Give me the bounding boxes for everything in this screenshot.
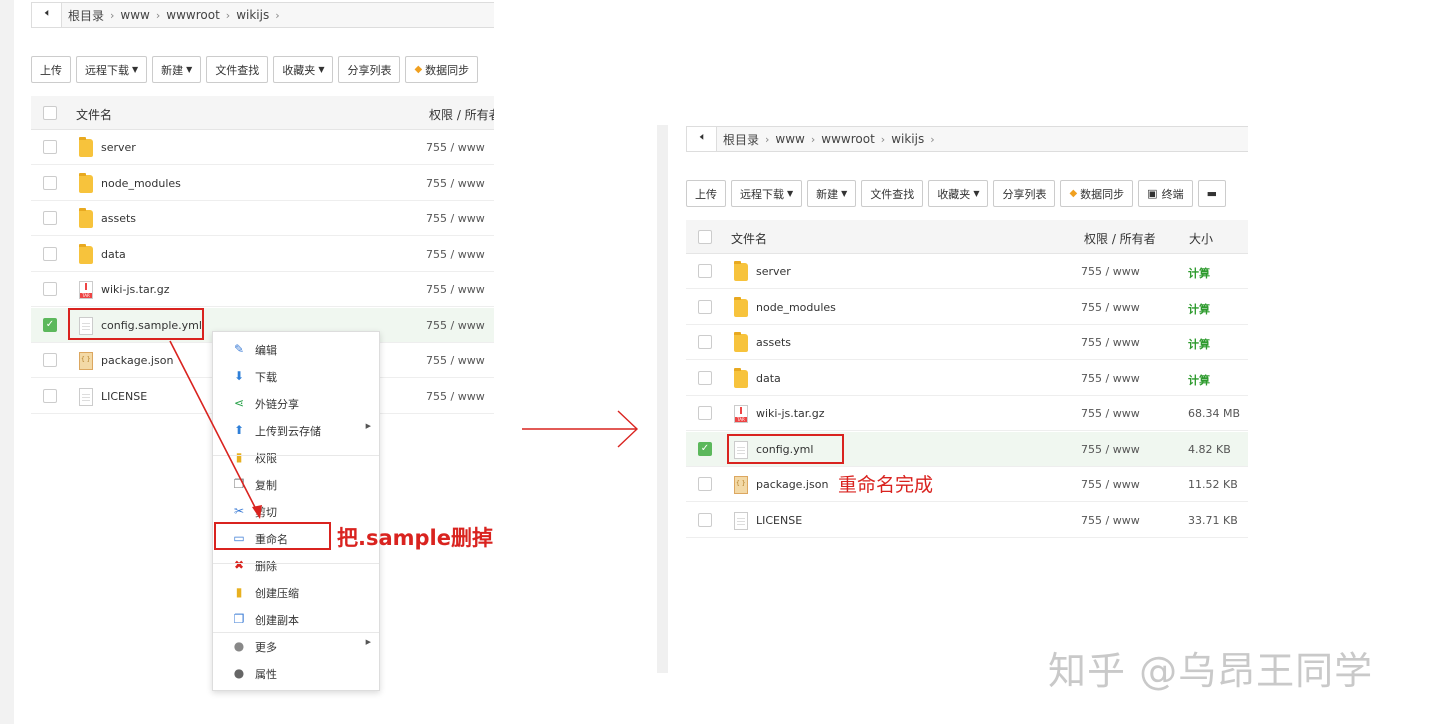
toolbar-button[interactable]: 分享列表 [993,180,1056,207]
chevron-down-icon: ▼ [787,189,794,198]
select-all-checkbox[interactable] [698,230,712,244]
document-icon [734,511,748,530]
file-permission[interactable]: 755 / www [1081,265,1140,278]
chevron-right-icon: › [930,132,935,146]
toolbar-button-label: 终端 [1161,187,1184,201]
breadcrumb: 🢐 根目录 › www › wwwroot › wikijs › [686,126,1248,152]
breadcrumb-item[interactable]: www [769,132,810,146]
file-name[interactable]: LICENSE [756,514,802,527]
file-size[interactable]: 计算 [1188,265,1210,281]
folder-icon [734,296,748,317]
table-row[interactable]: node_modules 755 / www 计算 [686,290,1248,325]
file-name[interactable]: server [756,265,791,278]
file-size: 11.52 KB [1188,478,1238,491]
diamond-icon: ◆ [1069,188,1078,199]
toolbar-button-label: 文件查找 [870,187,915,201]
toolbar-button[interactable]: ◆ 数据同步 [1060,180,1134,207]
folder-icon [734,332,748,352]
file-name[interactable]: node_modules [756,301,836,314]
disk-icon: ▬ [1206,187,1217,200]
table-row[interactable]: data 755 / www 计算 [686,361,1248,396]
file-name[interactable]: assets [756,336,791,349]
file-name[interactable]: wiki-js.tar.gz [756,407,825,420]
row-checkbox[interactable] [698,406,712,420]
toolbar-button-label: 分享列表 [1002,187,1047,201]
table-row[interactable]: package.json 755 / www 11.52 KB [686,467,1248,502]
right-file-manager: 🢐 根目录 › www › wwwroot › wikijs › 上传 远程下载 ▼ 新建 ▼ 文件查找… [686,125,1248,555]
toolbar-button[interactable]: 文件查找 [861,180,924,207]
toolbar-button-label: 上传 [695,187,717,201]
toolbar-button[interactable]: 远程下载 ▼ [731,180,803,207]
row-checkbox[interactable] [698,299,712,314]
file-permission[interactable]: 755 / www [1081,336,1140,349]
table-row[interactable]: LICENSE 755 / www 33.71 KB [686,503,1248,538]
disk-button[interactable]: ▬ [1197,180,1226,207]
file-size: 33.71 KB [1188,513,1238,527]
breadcrumb-item[interactable]: 根目录 [717,131,765,148]
file-size[interactable]: 计算 [1188,372,1210,388]
breadcrumb-item[interactable]: wikijs [885,132,930,146]
toolbar-button[interactable]: 上传 [686,180,726,207]
table-row[interactable]: wiki-js.tar.gz 755 / www 68.34 MB [686,396,1248,431]
folder-icon [734,261,748,281]
toolbar-button[interactable]: 新建 ▼ [807,180,857,207]
back-arrow-icon[interactable]: 🢐 [687,127,717,151]
breadcrumb-item[interactable]: wwwroot [815,132,881,146]
file-permission[interactable]: 755 / www [1081,514,1140,527]
chevron-down-icon: ▼ [841,189,848,198]
file-size[interactable]: 计算 [1188,301,1210,317]
column-filename[interactable]: 文件名 [731,230,767,247]
annotation-rename-done: 重命名完成 [838,474,934,496]
terminal-icon: ▣ [1147,187,1158,200]
right-panel-divider [657,125,668,673]
row-checkbox[interactable]: ✓ [698,441,712,456]
chevron-down-icon: ▼ [973,189,980,198]
row-checkbox[interactable] [698,477,712,491]
toolbar-button[interactable]: 收藏夹 ▼ [928,180,989,207]
archive-icon [734,405,748,423]
file-permission[interactable]: 755 / www [1081,478,1140,491]
file-permission[interactable]: 755 / www [1081,372,1140,385]
table-header: 文件名 权限 / 所有者 大小 [686,220,1248,254]
pointer-arrowhead [252,505,262,519]
file-size: 68.34 MB [1188,407,1241,420]
row-checkbox[interactable] [698,370,712,385]
file-name[interactable]: data [756,372,781,385]
file-permission[interactable]: 755 / www [1081,443,1140,456]
row-checkbox[interactable] [698,335,712,349]
column-permission[interactable]: 权限 / 所有者 [1084,230,1156,247]
toolbar-button-label: 新建 [816,187,839,201]
toolbar-button-label: 数据同步 [1080,187,1125,201]
toolbar-button-label: 远程下载 [740,187,784,201]
pointer-line [169,340,261,518]
row-checkbox[interactable] [698,512,712,527]
file-name[interactable]: package.json [756,478,828,491]
file-size[interactable]: 计算 [1188,336,1210,352]
json-file-icon [734,476,748,494]
highlight-box-config-yml [727,434,844,464]
column-size[interactable]: 大小 [1189,230,1213,247]
file-size: 4.82 KB [1188,442,1231,456]
table-row[interactable]: server 755 / www 计算 [686,254,1248,289]
file-permission[interactable]: 755 / www [1081,301,1140,314]
toolbar-button[interactable]: ▣ 终端 [1138,180,1193,207]
row-checkbox[interactable] [698,264,712,278]
folder-icon [734,367,748,388]
screenshot-stage: 🢐 根目录 › www › wwwroot › wikijs › 上传 远程下载 ▼ 新建 ▼ 文件查找… [0,0,1440,724]
toolbar: 上传 远程下载 ▼ 新建 ▼ 文件查找 收藏夹 ▼ 分享列表 ◆ 数据同步 ▣ 终端 ▬ [686,180,1226,207]
toolbar-button-label: 收藏夹 [937,187,971,201]
watermark: 知乎 @乌昂王同学 [1048,649,1374,693]
table-row[interactable]: assets 755 / www 计算 [686,325,1248,360]
file-permission[interactable]: 755 / www [1081,407,1140,420]
